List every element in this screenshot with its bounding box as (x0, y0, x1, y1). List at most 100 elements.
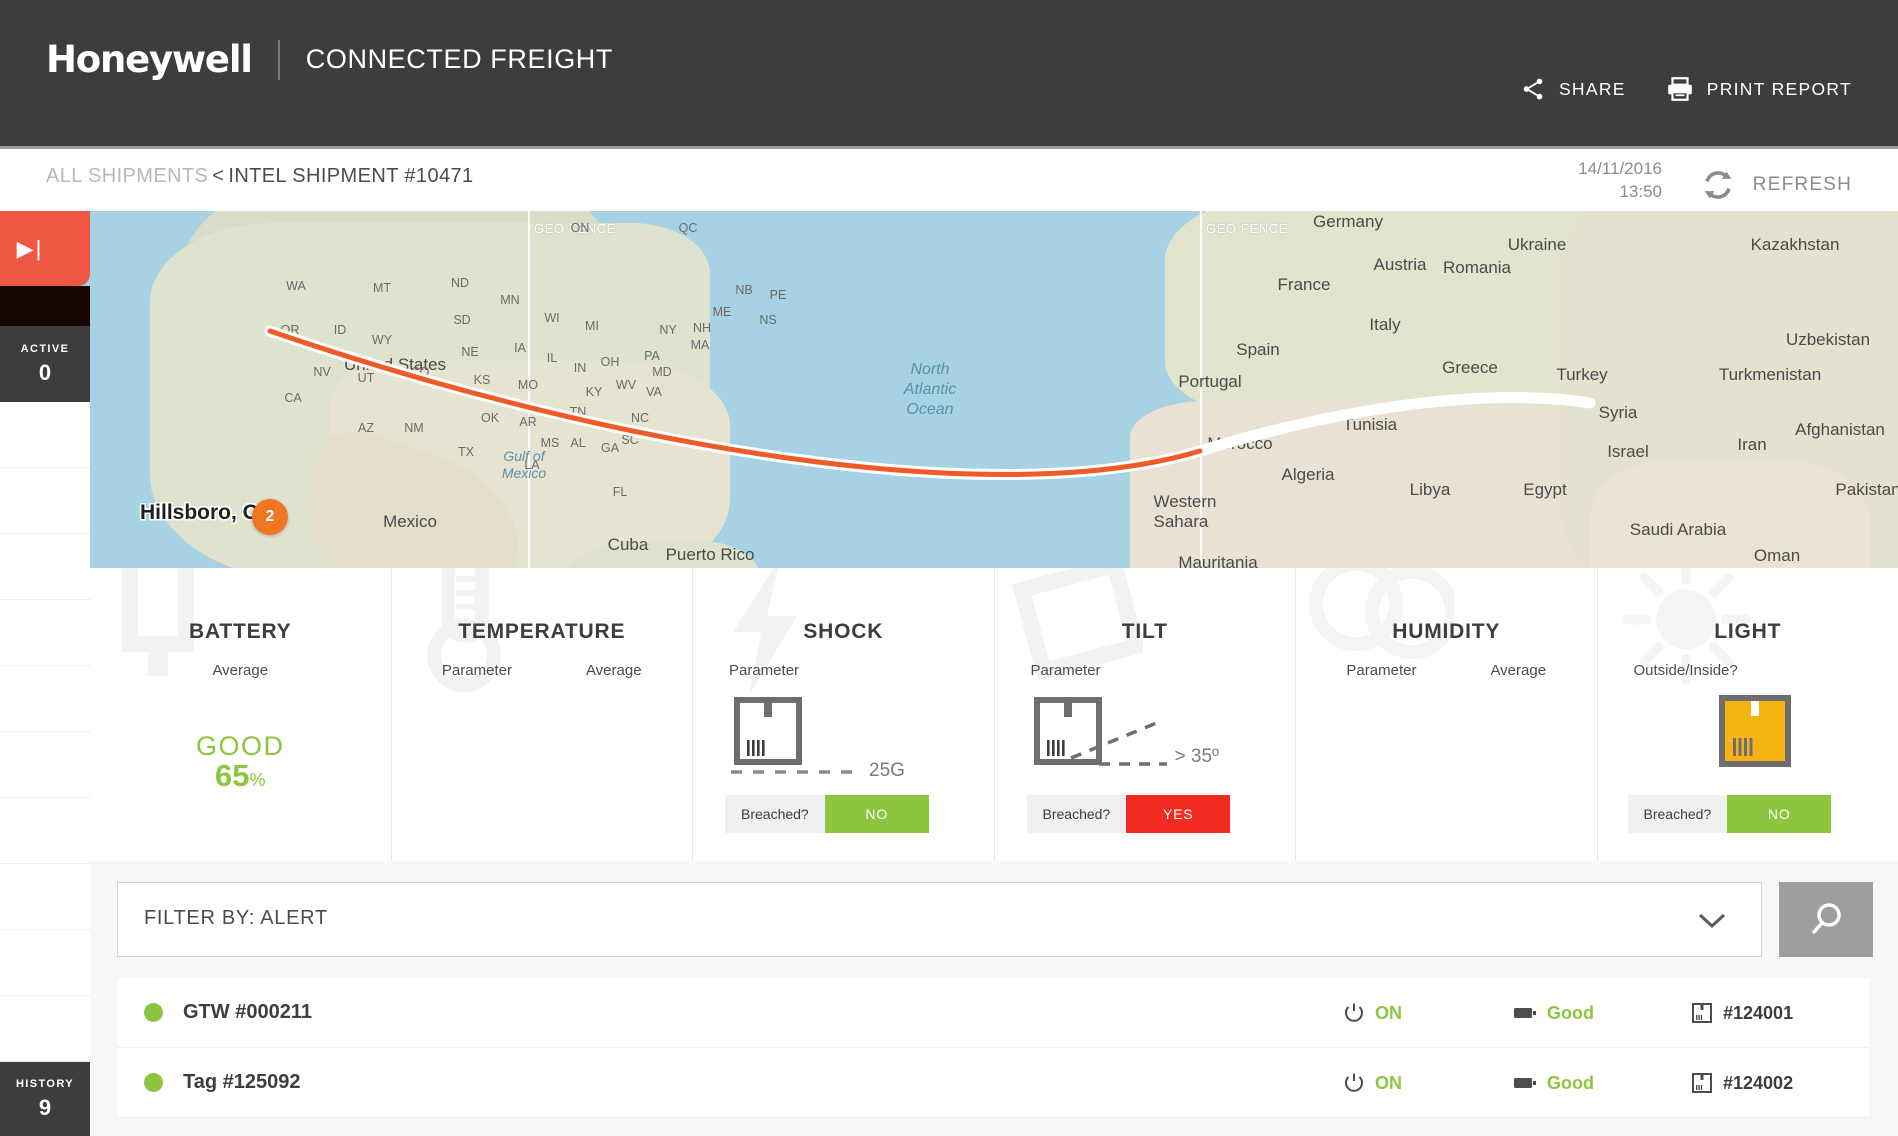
route-casing (264, 325, 1206, 480)
device-package-cell: #124002 (1691, 1072, 1869, 1094)
printer-icon (1667, 77, 1692, 101)
rail-tick (0, 402, 90, 468)
refresh-label: REFRESH (1752, 174, 1852, 195)
sensor-card-temperature: TEMPERATURE Parameter Average 60º 20º 40… (391, 568, 693, 861)
rail-tick (0, 600, 90, 666)
device-row[interactable]: Tag #125092 ON Good #124002 (117, 1048, 1869, 1118)
power-icon (1345, 1003, 1363, 1022)
breached-value: NO (1727, 795, 1832, 833)
sensor-card-light: LIGHT Outside/Inside? Breached? NO (1597, 568, 1898, 861)
sensor-card-humidity: HUMIDITY Parameter Average 50% 30% 42% (1296, 568, 1598, 861)
rail-tick (0, 798, 90, 864)
rail-tick (0, 534, 90, 600)
connected-freight-page: Honeywell CONNECTED FREIGHT SHARE PRINT … (0, 0, 1898, 1136)
rail-tick (0, 996, 90, 1062)
breadcrumb-all-shipments[interactable]: ALL SHIPMENTS (46, 165, 208, 187)
device-meta: ON Good #124002 (1343, 1048, 1869, 1118)
card-subtitle-parameter: Parameter (1346, 662, 1417, 679)
product-name: CONNECTED FREIGHT (305, 44, 613, 74)
rail-active-count: 0 (38, 359, 52, 385)
card-subtitle: Outside/Inside? (1633, 662, 1738, 679)
last-updated-date: 14/11/2016 (1578, 159, 1662, 178)
device-status-dot (144, 1073, 163, 1092)
rail-history-count: 9 (38, 1094, 52, 1120)
rail-history-caption: HISTORY (15, 1077, 75, 1090)
battery-status-word: GOOD (195, 731, 285, 761)
rail-tick (0, 666, 90, 732)
filter-select[interactable]: FILTER BY: ALERT (117, 882, 1762, 957)
map-origin-badge[interactable]: 2 (252, 499, 288, 535)
card-title: TILT (1121, 620, 1168, 643)
light-box-icon (1718, 695, 1791, 767)
filter-select-value: FILTER BY: ALERT (144, 907, 328, 929)
device-power-cell: ON (1343, 1072, 1513, 1094)
breached-label: Breached? (1026, 795, 1127, 833)
tilt-box-icon (1033, 697, 1167, 766)
device-row[interactable]: GTW #000211 ON Good #124001 (117, 978, 1869, 1048)
last-updated-time: 13:50 (1619, 181, 1662, 201)
card-title: SHOCK (803, 620, 884, 643)
chevron-down-icon (1698, 913, 1726, 929)
card-title: LIGHT (1714, 620, 1782, 643)
honeywell-logo: Honeywell (46, 38, 253, 81)
sensor-card-row: BATTERY Average GOOD 65% TEMPERATURE Par… (90, 568, 1898, 861)
share-label: SHARE (1558, 78, 1626, 99)
card-subtitle: Average (212, 662, 269, 679)
sensor-card-tilt: TILT Parameter > 35º Breached? YES (994, 568, 1296, 861)
print-report-label: PRINT REPORT (1706, 78, 1852, 99)
card-subtitle-parameter: Parameter (1030, 662, 1101, 679)
play-icon: ▶| (16, 235, 44, 261)
device-package-cell: #124001 (1691, 1002, 1869, 1024)
card-subtitle-parameter: Parameter (729, 662, 800, 679)
rail-tick (0, 468, 90, 534)
breached-value: NO (824, 795, 929, 833)
battery-percent-number: 65 (215, 758, 250, 794)
breached-label: Breached? (725, 795, 825, 833)
shock-threshold: 25G (869, 760, 905, 781)
tilt-breached-indicator: Breached? YES (1026, 795, 1231, 833)
device-battery-value: Good (1547, 1002, 1594, 1023)
rail-history-group[interactable]: HISTORY 9 (0, 1062, 90, 1136)
rail-tick (0, 930, 90, 996)
temperature-gauge: 60º 20º 40º (392, 692, 693, 857)
device-status-dot (144, 1003, 163, 1022)
shipment-map[interactable]: GEO FENCE GEO FENCE United States Mexico C… (0, 211, 1898, 568)
brand-divider (277, 39, 280, 80)
refresh-button[interactable]: REFRESH (1699, 168, 1852, 202)
device-meta: ON Good #124001 (1343, 978, 1869, 1048)
device-name: GTW #000211 (183, 1001, 312, 1023)
filter-row: FILTER BY: ALERT (117, 882, 1873, 957)
battery-icon (1514, 1008, 1536, 1018)
card-subtitles: Parameter Average (1296, 662, 1597, 679)
device-list: GTW #000211 ON Good #124001 Tag #125092 ON Goo… (117, 978, 1869, 1118)
device-battery-cell: Good (1513, 1003, 1691, 1024)
battery-percent: 65% (90, 760, 391, 793)
last-updated-stamp: 14/11/2016 13:50 (1578, 158, 1662, 204)
timeline-rail: ▶| ACTIVE 0 HISTORY 9 (0, 211, 90, 1136)
device-name: Tag #125092 (183, 1071, 301, 1093)
device-battery-value: Good (1547, 1072, 1594, 1093)
power-icon (1345, 1073, 1363, 1092)
card-title: HUMIDITY (1392, 620, 1501, 643)
battery-value: GOOD 65% (90, 732, 391, 793)
print-report-button[interactable]: PRINT REPORT (1666, 76, 1852, 102)
breadcrumb: ALL SHIPMENTS < INTEL SHIPMENT #10471 (46, 165, 474, 188)
package-icon (1692, 1073, 1712, 1093)
card-subtitle-average: Average (1490, 662, 1547, 679)
sensor-card-shock: SHOCK Parameter 25G Breached? NO (693, 568, 995, 861)
search-icon (1811, 902, 1841, 934)
share-button[interactable]: SHARE (1520, 76, 1626, 102)
rail-dark-strip (0, 286, 90, 326)
package-icon (1692, 1003, 1712, 1023)
rail-tick (0, 864, 90, 930)
card-title: TEMPERATURE (458, 620, 626, 643)
share-icon (1523, 78, 1543, 100)
breached-label: Breached? (1627, 795, 1728, 833)
search-button[interactable] (1779, 882, 1873, 957)
rail-active-group[interactable]: ACTIVE 0 (0, 326, 90, 402)
card-subtitle-parameter: Parameter (441, 662, 512, 679)
device-power-value: ON (1375, 1072, 1402, 1093)
play-timeline-button[interactable]: ▶| (0, 211, 90, 286)
refresh-icon (1704, 171, 1732, 199)
rail-tick (0, 732, 90, 798)
